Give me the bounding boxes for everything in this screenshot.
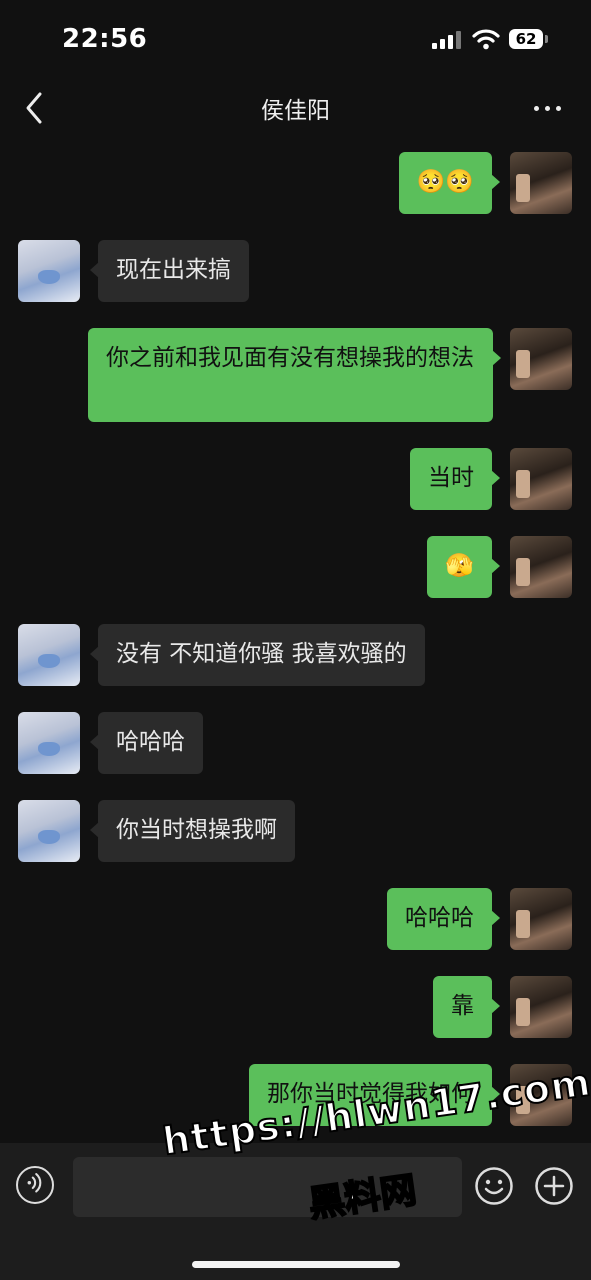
voice-icon[interactable] (16, 1166, 54, 1204)
message-bubble-received[interactable]: 哈哈哈 (90, 712, 203, 774)
battery-level: 62 (509, 29, 543, 49)
contact-avatar[interactable] (18, 712, 80, 774)
message-bubble-received[interactable]: 你当时想操我啊 (90, 800, 295, 862)
message-list[interactable]: 🥺🥺 现在出来搞 你之前和我见面有没有想操我的想法 当时 🫣 没有 不知道你骚 … (0, 138, 591, 1143)
plus-icon[interactable] (534, 1166, 574, 1206)
wifi-icon (472, 29, 500, 50)
message-bubble-received[interactable]: 没有 不知道你骚 我喜欢骚的 (90, 624, 425, 686)
my-avatar[interactable] (510, 328, 572, 390)
message-bubble-sent[interactable]: 哈哈哈 (387, 888, 500, 950)
chat-header: 侯佳阳 (0, 78, 591, 138)
message-bubble-sent[interactable]: 🫣 (427, 536, 500, 598)
message-bubble-sent[interactable]: 靠 (433, 976, 500, 1038)
my-avatar[interactable] (510, 152, 572, 214)
message-bubble-received[interactable]: 现在出来搞 (90, 240, 249, 302)
contact-avatar[interactable] (18, 240, 80, 302)
cellular-signal-icon (432, 31, 462, 49)
my-avatar[interactable] (510, 888, 572, 950)
contact-avatar[interactable] (18, 624, 80, 686)
home-indicator[interactable] (192, 1261, 400, 1268)
status-bar: 22:56 62 (0, 0, 591, 78)
contact-name: 侯佳阳 (261, 98, 330, 124)
status-time: 22:56 (62, 24, 148, 54)
battery-tip (545, 35, 548, 43)
contact-avatar[interactable] (18, 800, 80, 862)
my-avatar[interactable] (510, 448, 572, 510)
emoji-icon[interactable] (474, 1166, 514, 1206)
my-avatar[interactable] (510, 976, 572, 1038)
my-avatar[interactable] (510, 536, 572, 598)
message-bubble-sent[interactable]: 你之前和我见面有没有想操我的想法 (88, 328, 501, 422)
input-bar (0, 1143, 591, 1280)
message-bubble-sent[interactable]: 🥺🥺 (398, 152, 501, 214)
more-dots-icon[interactable] (528, 90, 568, 126)
message-bubble-sent[interactable]: 当时 (410, 448, 500, 510)
